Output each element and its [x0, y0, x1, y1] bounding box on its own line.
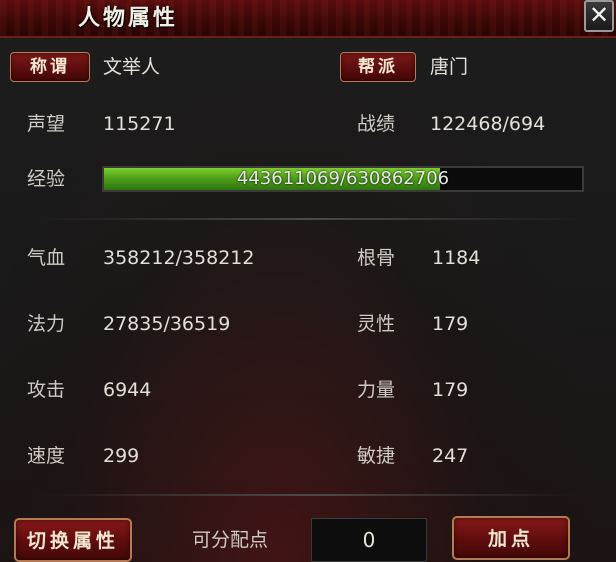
exp-progress-bar: 443611069/630862706	[102, 166, 584, 192]
spirit-label: 灵性	[357, 313, 396, 335]
record-label: 战绩	[357, 113, 396, 135]
add-points-button[interactable]: 加点	[452, 516, 570, 560]
mp-value: 27835/36519	[103, 313, 231, 335]
faction-button[interactable]: 帮派	[340, 52, 416, 82]
available-points-label: 可分配点	[192, 529, 269, 551]
agility-label: 敏捷	[357, 445, 396, 467]
close-button[interactable]: ✕	[584, 0, 614, 32]
spirit-value: 179	[432, 313, 469, 335]
hp-value: 358212/358212	[103, 247, 255, 269]
faction-value: 唐门	[430, 56, 469, 78]
attack-label: 攻击	[27, 379, 66, 401]
attack-value: 6944	[103, 379, 152, 401]
strength-label: 力量	[357, 379, 396, 401]
divider	[40, 494, 580, 496]
close-icon: ✕	[588, 1, 610, 29]
available-points-value: 0	[311, 518, 427, 562]
window-title: 人物属性	[78, 5, 179, 31]
title-button[interactable]: 称谓	[10, 52, 90, 82]
constitution-label: 根骨	[357, 247, 396, 269]
mp-label: 法力	[27, 313, 66, 335]
character-attributes-panel: 人物属性 ✕ 称谓 文举人 帮派 唐门 声望 115271 战绩 122468/…	[0, 0, 616, 562]
speed-value: 299	[103, 445, 140, 467]
prestige-value: 115271	[103, 113, 176, 135]
constitution-value: 1184	[432, 247, 481, 269]
title-value: 文举人	[103, 56, 161, 78]
exp-progress-text: 443611069/630862706	[236, 168, 450, 189]
switch-attributes-button[interactable]: 切换属性	[14, 518, 132, 562]
prestige-label: 声望	[27, 113, 66, 135]
exp-label: 经验	[27, 168, 66, 190]
divider	[40, 218, 580, 220]
hp-label: 气血	[27, 247, 66, 269]
title-bar: 人物属性 ✕	[0, 0, 616, 38]
speed-label: 速度	[27, 445, 66, 467]
agility-value: 247	[432, 445, 469, 467]
record-value: 122468/694	[430, 113, 546, 135]
strength-value: 179	[432, 379, 469, 401]
